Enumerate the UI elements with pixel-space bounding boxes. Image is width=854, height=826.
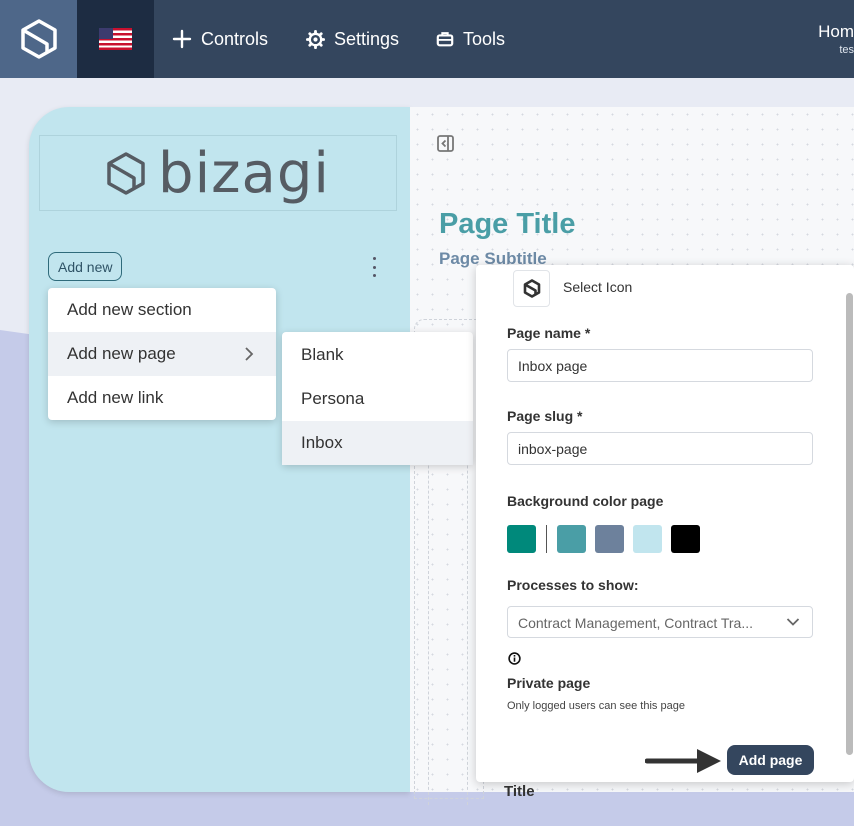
processes-select[interactable]: Contract Management, Contract Tra...	[507, 606, 813, 638]
brand-logo-box[interactable]: bizagi	[39, 135, 397, 211]
add-new-menu: Add new section Add new page Add new lin…	[48, 288, 276, 420]
nav-settings-label: Settings	[334, 28, 400, 49]
bizagi-small-icon	[523, 279, 540, 298]
nav-tools-label: Tools	[463, 28, 506, 49]
private-page-help: Only logged users can see this page	[507, 700, 685, 712]
info-icon[interactable]	[508, 652, 521, 665]
menu-item-label: Add new link	[67, 388, 164, 407]
user-area[interactable]: Hom tes	[818, 22, 854, 56]
menu-item-add-page[interactable]: Add new page	[48, 332, 276, 376]
page-name-input[interactable]	[507, 349, 813, 382]
submenu-item-persona[interactable]: Persona	[282, 377, 473, 421]
us-flag-icon	[99, 28, 132, 50]
scrollbar-thumb[interactable]	[846, 293, 853, 755]
chevron-down-icon	[786, 618, 800, 626]
page-slug-label: Page slug *	[507, 408, 583, 424]
app-logo[interactable]	[0, 0, 77, 78]
page-name-label: Page name *	[507, 325, 591, 341]
toolbox-icon	[436, 32, 454, 47]
nav-settings[interactable]: Settings	[306, 0, 399, 78]
processes-selected-value: Contract Management, Contract Tra...	[518, 615, 753, 631]
menu-item-label: Add new page	[67, 344, 176, 363]
submenu-item-blank[interactable]: Blank	[282, 333, 473, 377]
background-color-label: Background color page	[507, 493, 664, 509]
add-page-button[interactable]: Add page	[727, 745, 814, 775]
nav-tools[interactable]: Tools	[436, 0, 505, 78]
page-properties-panel: Select Icon Page name * Page slug * Back…	[476, 265, 854, 782]
swatch-divider	[546, 525, 547, 553]
color-swatch-light-blue[interactable]	[633, 525, 662, 553]
menu-item-label: Add new section	[67, 300, 192, 319]
submenu-item-label: Inbox	[301, 433, 343, 452]
top-navigation-bar: Controls Settings Tools Hom tes	[0, 0, 854, 78]
collapse-panel-icon[interactable]	[437, 135, 454, 152]
bizagi-logo-icon	[20, 19, 57, 59]
arrow-right-icon	[645, 749, 721, 773]
menu-item-add-link[interactable]: Add new link	[48, 376, 276, 420]
submenu-item-label: Persona	[301, 389, 365, 408]
panel-scrollbar[interactable]	[844, 273, 854, 773]
select-icon-label[interactable]: Select Icon	[563, 279, 632, 295]
submenu-item-label: Blank	[301, 345, 344, 364]
chevron-right-icon	[245, 347, 254, 361]
nav-controls[interactable]: Controls	[172, 0, 268, 78]
color-swatch-cyan[interactable]	[557, 525, 586, 553]
language-selector[interactable]	[77, 0, 154, 78]
more-options-icon[interactable]	[370, 257, 378, 277]
section-title-hint: Title	[504, 783, 535, 800]
color-swatch-teal[interactable]	[507, 525, 536, 553]
gear-icon	[306, 29, 325, 49]
menu-item-add-section[interactable]: Add new section	[48, 288, 276, 332]
submenu-item-inbox[interactable]: Inbox	[282, 421, 473, 465]
page-title[interactable]: Page Title	[439, 208, 575, 241]
nav-controls-label: Controls	[201, 28, 269, 49]
page-slug-input[interactable]	[507, 432, 813, 465]
add-new-button[interactable]: Add new	[48, 252, 123, 281]
brand-text: bizagi	[158, 140, 330, 206]
color-swatch-slate[interactable]	[595, 525, 624, 553]
user-name: tes	[839, 44, 854, 56]
private-page-label: Private page	[507, 675, 591, 691]
plus-icon	[172, 29, 192, 49]
processes-label: Processes to show:	[507, 577, 639, 593]
color-swatch-black[interactable]	[671, 525, 700, 553]
home-title: Hom	[818, 22, 854, 41]
page-type-submenu: Blank Persona Inbox	[282, 332, 473, 465]
color-swatches	[507, 525, 709, 553]
bizagi-brand-icon	[107, 151, 145, 195]
icon-picker[interactable]	[513, 270, 550, 307]
